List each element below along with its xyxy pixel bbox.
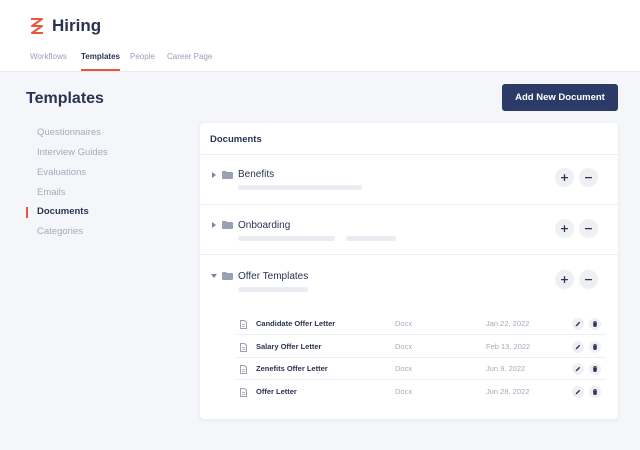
folder-name[interactable]: Onboarding (238, 220, 290, 231)
side-nav-item-interview-guides[interactable]: Interview Guides (26, 147, 108, 158)
plus-icon[interactable]: + (555, 168, 574, 187)
document-name[interactable]: Salary Offer Letter (256, 342, 321, 351)
expand-caret-icon[interactable] (212, 172, 216, 178)
side-nav-item-documents[interactable]: Documents (26, 206, 89, 218)
side-nav-item-questionnaires[interactable]: Questionnaires (26, 127, 101, 138)
document-type: Docx (395, 364, 413, 373)
delete-trash-icon[interactable] (589, 386, 601, 398)
document-row[interactable]: Candidate Offer Letter Docx Jan 22, 2022 (236, 313, 606, 335)
collapse-caret-icon[interactable] (211, 274, 217, 278)
document-icon (240, 343, 247, 352)
folder-row-benefits: Benefits + − (200, 155, 618, 205)
folder-name[interactable]: Offer Templates (238, 271, 308, 282)
delete-trash-icon[interactable] (589, 318, 601, 330)
plus-icon[interactable]: + (555, 219, 574, 238)
tab-people[interactable]: People (130, 52, 155, 71)
tab-career-page[interactable]: Career Page (167, 52, 212, 71)
panel-title: Documents (210, 134, 262, 145)
document-row[interactable]: Salary Offer Letter Docx Feb 13, 2022 (236, 336, 606, 358)
edit-pencil-icon[interactable] (572, 341, 584, 353)
expand-caret-icon[interactable] (212, 222, 216, 228)
folder-icon (222, 221, 233, 229)
delete-trash-icon[interactable] (589, 363, 601, 375)
side-nav-item-categories[interactable]: Categories (26, 226, 83, 237)
minus-icon[interactable]: − (579, 219, 598, 238)
folder-name[interactable]: Benefits (238, 169, 274, 180)
document-name[interactable]: Candidate Offer Letter (256, 319, 335, 328)
plus-icon[interactable]: + (555, 270, 574, 289)
placeholder-bar (238, 236, 335, 241)
document-date: Jun 9, 2022 (486, 364, 526, 373)
edit-pencil-icon[interactable] (572, 386, 584, 398)
document-type: Docx (395, 342, 413, 351)
folder-row-onboarding: Onboarding + − (200, 205, 618, 255)
document-date: Jun 28, 2022 (486, 387, 530, 396)
document-icon (240, 320, 247, 329)
document-icon (240, 365, 247, 374)
document-row[interactable]: Zenefits Offer Letter Docx Jun 9, 2022 (236, 358, 606, 380)
page-title: Templates (26, 90, 104, 107)
edit-pencil-icon[interactable] (572, 318, 584, 330)
placeholder-bar (346, 236, 396, 241)
tab-templates[interactable]: Templates (81, 52, 120, 71)
placeholder-bar (238, 287, 308, 292)
document-date: Feb 13, 2022 (486, 342, 531, 351)
document-name[interactable]: Zenefits Offer Letter (256, 364, 328, 373)
minus-icon[interactable]: − (579, 168, 598, 187)
minus-icon[interactable]: − (579, 270, 598, 289)
document-type: Docx (395, 387, 413, 396)
documents-panel: Documents Benefits + − Onboarding + − Of… (200, 123, 618, 419)
placeholder-bar (238, 185, 362, 190)
document-row[interactable]: Offer Letter Docx Jun 28, 2022 (236, 381, 606, 403)
delete-trash-icon[interactable] (589, 341, 601, 353)
add-new-document-button[interactable]: Add New Document (502, 84, 618, 111)
document-icon (240, 388, 247, 397)
document-date: Jan 22, 2022 (486, 319, 530, 328)
side-nav-item-emails[interactable]: Emails (26, 187, 66, 198)
folder-row-offer-templates: Offer Templates + − Candidate Offer Lett… (200, 255, 618, 415)
hiring-logo-icon (31, 18, 43, 34)
tab-workflows[interactable]: Workflows (30, 52, 67, 71)
document-type: Docx (395, 319, 413, 328)
folder-icon (222, 272, 233, 280)
folder-icon (222, 171, 233, 179)
document-name[interactable]: Offer Letter (256, 387, 297, 396)
app-title: Hiring (52, 16, 102, 35)
top-bar: Hiring Workflows Templates People Career… (0, 0, 640, 72)
side-nav-item-evaluations[interactable]: Evaluations (26, 167, 86, 178)
edit-pencil-icon[interactable] (572, 363, 584, 375)
